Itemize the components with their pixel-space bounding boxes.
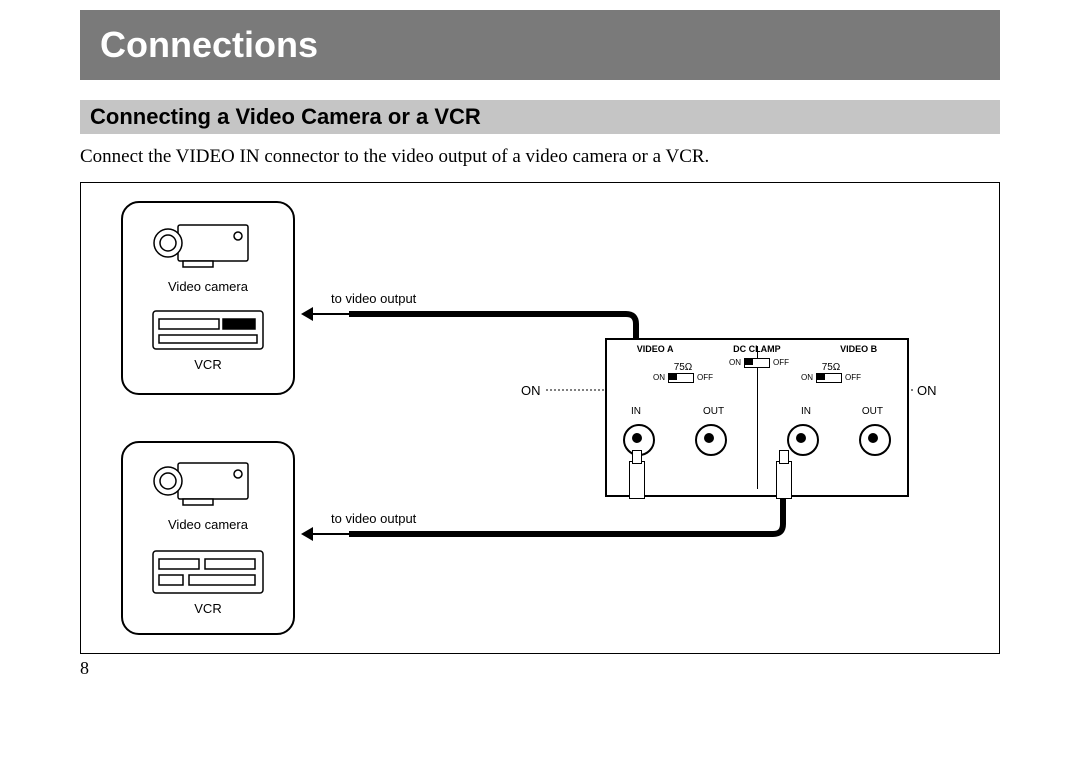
plug-a-in <box>629 461 645 499</box>
bnc-a-out <box>695 424 727 456</box>
on-right: ON <box>917 383 937 398</box>
instruction-text: Connect the VIDEO IN connector to the vi… <box>80 144 1000 170</box>
on-left: ON <box>521 383 541 398</box>
a-off: OFF <box>697 373 713 382</box>
title-bar: Connections <box>80 10 1000 80</box>
page-number: 8 <box>80 658 1000 679</box>
ohm-b: 75Ω <box>761 362 901 373</box>
arrow-top <box>313 313 349 315</box>
source-panel-top: Video camera VCR <box>121 201 295 395</box>
connection-diagram: Video camera VCR Video camera VCR to vid… <box>80 182 1000 654</box>
plug-b-in <box>776 461 792 499</box>
vcr-label-bottom: VCR <box>123 601 293 616</box>
b-out-lbl: OUT <box>862 406 883 417</box>
header-video-b: VIDEO B <box>840 344 877 354</box>
bnc-b-in <box>787 424 819 456</box>
b-on: ON <box>801 373 813 382</box>
a-out-lbl: OUT <box>703 406 724 417</box>
a-in-lbl: IN <box>631 406 641 417</box>
camera-label-top: Video camera <box>123 279 293 294</box>
to-video-output-top: to video output <box>331 291 416 306</box>
ohm-a: 75Ω <box>613 362 753 373</box>
to-video-output-bottom: to video output <box>331 511 416 526</box>
b-in-lbl: IN <box>801 406 811 417</box>
header-video-a: VIDEO A <box>637 344 674 354</box>
section-title: Connecting a Video Camera or a VCR <box>90 104 990 130</box>
page-title: Connections <box>100 24 318 66</box>
source-panel-bottom: Video camera VCR <box>121 441 295 635</box>
section-header: Connecting a Video Camera or a VCR <box>80 100 1000 134</box>
connector-panel: VIDEO A DC CLAMP VIDEO B ON OFF 75Ω ON O… <box>605 338 909 497</box>
header-dc-clamp: DC CLAMP <box>733 344 781 354</box>
vcr-label-top: VCR <box>123 357 293 372</box>
camera-label-bottom: Video camera <box>123 517 293 532</box>
a-on: ON <box>653 373 665 382</box>
arrow-bottom <box>313 533 349 535</box>
b-off: OFF <box>845 373 861 382</box>
bnc-b-out <box>859 424 891 456</box>
